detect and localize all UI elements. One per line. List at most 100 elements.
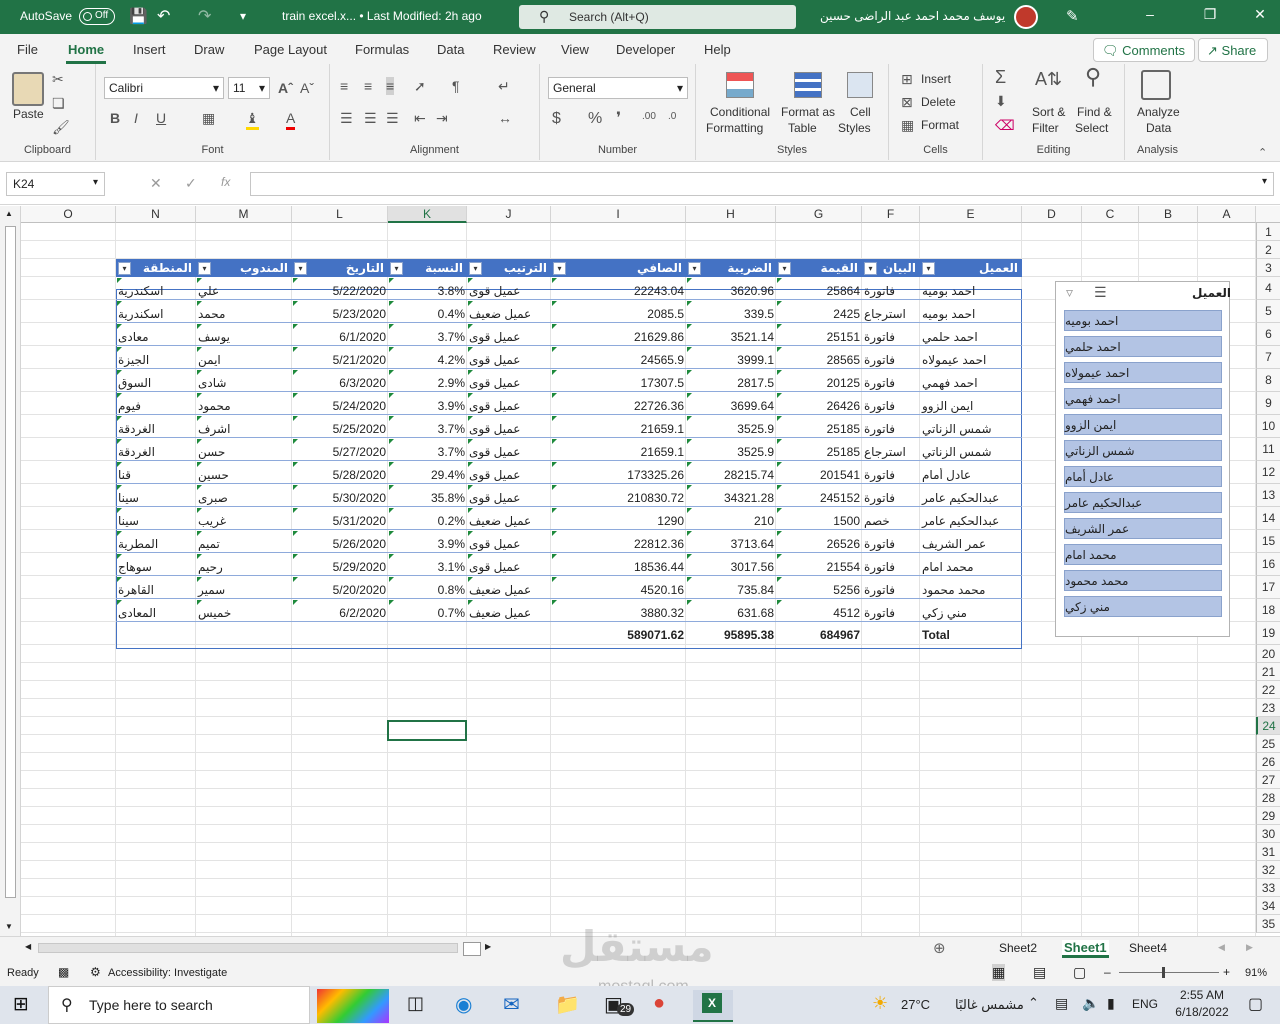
table-cell-f[interactable]: فاتورة (862, 284, 920, 298)
table-cell-k[interactable]: 3.7% (388, 445, 467, 459)
vertical-scrollbar[interactable]: ▲ ▼ (0, 206, 21, 936)
table-cell-i[interactable]: 210830.72 (551, 491, 686, 505)
normal-view-icon[interactable]: ▦ (992, 964, 1006, 981)
table-cell-e[interactable]: احمد بوميه (920, 284, 1022, 298)
table-cell-g[interactable]: 26426 (776, 399, 862, 413)
table-cell-i[interactable]: 21659.1 (551, 422, 686, 436)
macro-record-icon[interactable]: ▩ (58, 965, 69, 979)
align-right-icon[interactable]: ☰ (386, 109, 399, 127)
column-header-c[interactable]: C (1082, 206, 1139, 223)
table-cell-f[interactable]: فاتورة (862, 422, 920, 436)
row-header-32[interactable]: 32 (1256, 861, 1280, 879)
table-cell-i[interactable]: 22726.36 (551, 399, 686, 413)
scrollbar-thumb[interactable] (5, 226, 16, 898)
analyze-label[interactable]: Analyze (1137, 104, 1180, 120)
table-cell-l[interactable]: 6/2/2020 (292, 606, 388, 620)
fill-icon[interactable]: ⬇ (995, 92, 1007, 110)
slicer-item[interactable]: محمد محمود (1064, 570, 1222, 591)
column-header-o[interactable]: O (21, 206, 116, 223)
table-cell-f[interactable]: فاتورة (862, 330, 920, 344)
column-header-a[interactable]: A (1198, 206, 1256, 223)
table-cell-m[interactable]: حسين (196, 468, 292, 482)
tab-review[interactable]: Review (493, 42, 536, 57)
table-cell-n[interactable]: سينا (116, 514, 196, 528)
slicer-item[interactable]: شمس الزناتي (1064, 440, 1222, 461)
table-cell-h[interactable]: 2817.5 (686, 376, 776, 390)
table-cell-g[interactable]: 25185 (776, 422, 862, 436)
table-cell-m[interactable]: علي (196, 284, 292, 298)
horizontal-scrollbar[interactable] (38, 943, 458, 953)
filter-dropdown-icon[interactable]: ▾ (469, 262, 482, 275)
redo-icon[interactable]: ↷ (198, 6, 211, 26)
find-label[interactable]: Find & (1077, 104, 1112, 120)
table-cell-j[interactable]: عميل ضعيف (467, 514, 551, 528)
filter-dropdown-icon[interactable]: ▾ (198, 262, 211, 275)
table-cell-j[interactable]: عميل قوى (467, 376, 551, 390)
row-header-34[interactable]: 34 (1256, 897, 1280, 915)
table-cell-e[interactable]: شمس الزناتي (920, 445, 1022, 459)
table-cell-m[interactable]: شادى (196, 376, 292, 390)
table-cell-j[interactable]: عميل قوى (467, 445, 551, 459)
column-header-n[interactable]: N (116, 206, 196, 223)
table-cell-k[interactable]: 0.4% (388, 307, 467, 321)
table-cell-h[interactable]: 210 (686, 514, 776, 528)
table-cell-n[interactable]: اسكندرية (116, 284, 196, 298)
row-header-19[interactable]: 19 (1256, 622, 1280, 645)
styles-label-btn[interactable]: Styles (838, 120, 871, 136)
formula-input[interactable] (250, 172, 1274, 196)
table-cell-m[interactable]: ايمن (196, 353, 292, 367)
table-cell-g[interactable]: 25151 (776, 330, 862, 344)
zoom-in-icon[interactable]: + (1223, 965, 1230, 979)
table-cell-i[interactable]: 21629.86 (551, 330, 686, 344)
table-cell-j[interactable]: عميل قوى (467, 284, 551, 298)
table-cell-l[interactable]: 5/30/2020 (292, 491, 388, 505)
table-cell-l[interactable]: 5/29/2020 (292, 560, 388, 574)
table-cell-l[interactable]: 5/26/2020 (292, 537, 388, 551)
table-cell-n[interactable]: الغردقة (116, 422, 196, 436)
comma-icon[interactable]: ❜ (616, 110, 621, 128)
clear-filter-icon[interactable]: ▿ (1066, 284, 1073, 301)
expand-formula-icon[interactable]: ▾ (1262, 176, 1267, 187)
cut-icon[interactable]: ✂ (52, 70, 64, 88)
tab-sheet1[interactable]: Sheet1 (1062, 940, 1109, 958)
table-cell-f[interactable]: فاتورة (862, 560, 920, 574)
table-cell-e[interactable]: احمد بوميه (920, 307, 1022, 321)
cell-styles-icon[interactable] (847, 72, 873, 98)
cancel-icon[interactable]: ✕ (150, 175, 162, 192)
conditional-formatting-icon[interactable] (726, 72, 754, 98)
notifications-icon[interactable]: ▢ (1248, 994, 1263, 1014)
weather-text[interactable]: مشمس غالبًا (955, 997, 1024, 1013)
align-top-icon[interactable]: ≡ (340, 77, 348, 95)
hscroll-thumb[interactable] (463, 942, 481, 956)
table-cell-k[interactable]: 0.7% (388, 606, 467, 620)
slicer-item[interactable]: احمد فهمي (1064, 388, 1222, 409)
row-header-28[interactable]: 28 (1256, 789, 1280, 807)
italic-icon[interactable]: I (134, 109, 138, 127)
row-header-8[interactable]: 8 (1256, 369, 1280, 392)
decrease-font-icon[interactable]: Aˇ (300, 79, 314, 97)
row-header-15[interactable]: 15 (1256, 530, 1280, 553)
filter-dropdown-icon[interactable]: ▾ (390, 262, 403, 275)
tab-sheet2[interactable]: Sheet2 (999, 941, 1037, 955)
orientation-icon[interactable]: ➚ (414, 77, 426, 95)
table-cell-k[interactable]: 0.2% (388, 514, 467, 528)
align-middle-icon[interactable]: ≡ (364, 77, 372, 95)
table-cell-e[interactable]: شمس الزناتي (920, 422, 1022, 436)
row-header-3[interactable]: 3 (1256, 259, 1280, 277)
column-header-j[interactable]: J (467, 206, 551, 223)
table-cell-k[interactable]: 0.8% (388, 583, 467, 597)
column-header-d[interactable]: D (1022, 206, 1082, 223)
comments-button[interactable]: 🗨 Comments (1093, 38, 1195, 62)
font-color-icon[interactable]: A (286, 109, 296, 130)
slicer-item[interactable]: مني زكي (1064, 596, 1222, 617)
multi-select-icon[interactable]: ☰ (1094, 284, 1107, 301)
table-cell-l[interactable]: 5/23/2020 (292, 307, 388, 321)
autosum-icon[interactable]: Σ (995, 68, 1006, 86)
table-cell-j[interactable]: عميل قوى (467, 399, 551, 413)
row-header-9[interactable]: 9 (1256, 392, 1280, 415)
search-box[interactable]: ⚲ Search (Alt+Q) (519, 5, 796, 29)
table-cell-l[interactable]: 5/31/2020 (292, 514, 388, 528)
table-cell-m[interactable]: محمد (196, 307, 292, 321)
table-cell-k[interactable]: 4.2% (388, 353, 467, 367)
insert-function-icon[interactable]: fx (221, 175, 230, 189)
